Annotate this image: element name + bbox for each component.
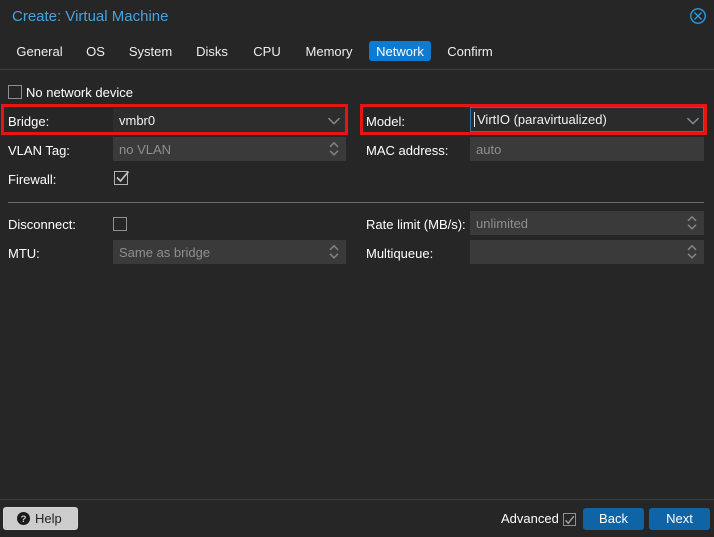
svg-text:?: ?	[21, 514, 27, 525]
